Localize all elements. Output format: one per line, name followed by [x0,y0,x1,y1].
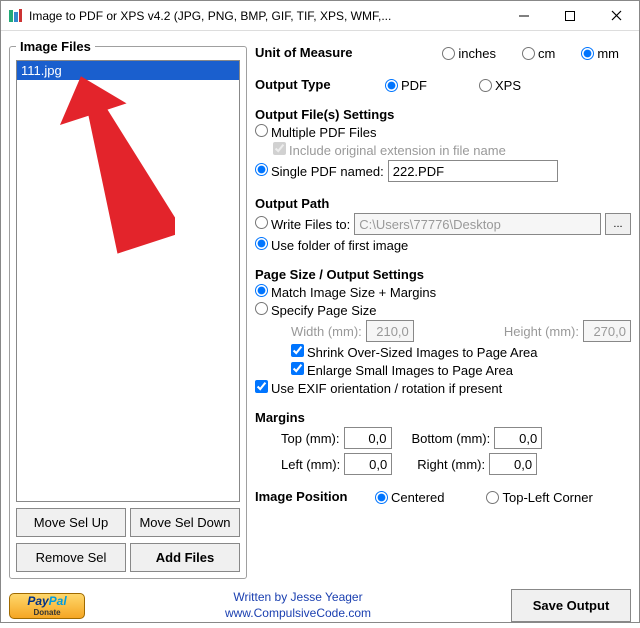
add-files-button[interactable]: Add Files [130,543,240,572]
paypal-donate-button[interactable]: PayPal Donate [9,593,85,619]
author-label: Written by Jesse Yeager [95,590,501,606]
checkbox-enlarge[interactable]: Enlarge Small Images to Page Area [291,362,513,378]
margins-legend: Margins [255,410,631,425]
page-settings-legend: Page Size / Output Settings [255,267,631,282]
output-path-input [354,213,601,235]
output-path-legend: Output Path [255,196,631,211]
radio-write-files-to[interactable]: Write Files to: [255,216,350,232]
radio-top-left[interactable]: Top-Left Corner [486,490,592,505]
radio-pdf[interactable]: PDF [385,78,427,93]
image-files-group: Image Files 111.jpg Move Sel Up Move Sel… [9,39,247,579]
radio-specify-page-size[interactable]: Specify Page Size [255,302,377,318]
radio-use-folder[interactable]: Use folder of first image [255,237,408,253]
radio-match-image-size[interactable]: Match Image Size + Margins [255,284,436,300]
margin-right-input[interactable] [489,453,537,475]
margin-right-label: Right (mm): [417,457,485,472]
margin-top-label: Top (mm): [281,431,340,446]
image-position-legend: Image Position [255,489,347,504]
radio-inches[interactable]: inches [442,46,496,61]
radio-single-pdf[interactable]: Single PDF named: [255,163,384,179]
checkbox-exif[interactable]: Use EXIF orientation / rotation if prese… [255,380,502,396]
file-list[interactable]: 111.jpg [16,60,240,502]
titlebar: Image to PDF or XPS v4.2 (JPG, PNG, BMP,… [1,1,639,31]
margin-bottom-label: Bottom (mm): [412,431,491,446]
checkbox-shrink[interactable]: Shrink Over-Sized Images to Page Area [291,344,538,360]
radio-cm[interactable]: cm [522,46,555,61]
remove-sel-button[interactable]: Remove Sel [16,543,126,572]
image-files-legend: Image Files [16,39,95,54]
output-type-legend: Output Type [255,77,331,92]
website-link[interactable]: www.CompulsiveCode.com [95,606,501,622]
radio-xps[interactable]: XPS [479,78,521,93]
height-input [583,320,631,342]
credits: Written by Jesse Yeager www.CompulsiveCo… [95,590,501,621]
maximize-button[interactable] [547,1,593,31]
radio-multiple-pdf[interactable]: Multiple PDF Files [255,124,376,140]
app-icon [7,8,23,24]
save-output-button[interactable]: Save Output [511,589,631,622]
move-sel-up-button[interactable]: Move Sel Up [16,508,126,537]
checkbox-include-ext: Include original extension in file name [273,142,506,158]
unit-legend: Unit of Measure [255,45,353,60]
browse-button[interactable]: ... [605,213,631,235]
margin-bottom-input[interactable] [494,427,542,449]
list-item[interactable]: 111.jpg [17,61,239,80]
radio-centered[interactable]: Centered [375,490,444,505]
width-input [366,320,414,342]
width-label: Width (mm): [291,324,362,339]
margin-left-input[interactable] [344,453,392,475]
margin-left-label: Left (mm): [281,457,340,472]
file-settings-legend: Output File(s) Settings [255,107,631,122]
margin-top-input[interactable] [344,427,392,449]
close-button[interactable] [593,1,639,31]
window-title: Image to PDF or XPS v4.2 (JPG, PNG, BMP,… [29,9,501,23]
single-pdf-name-input[interactable] [388,160,558,182]
radio-mm[interactable]: mm [581,46,619,61]
height-label: Height (mm): [504,324,579,339]
minimize-button[interactable] [501,1,547,31]
move-sel-down-button[interactable]: Move Sel Down [130,508,240,537]
